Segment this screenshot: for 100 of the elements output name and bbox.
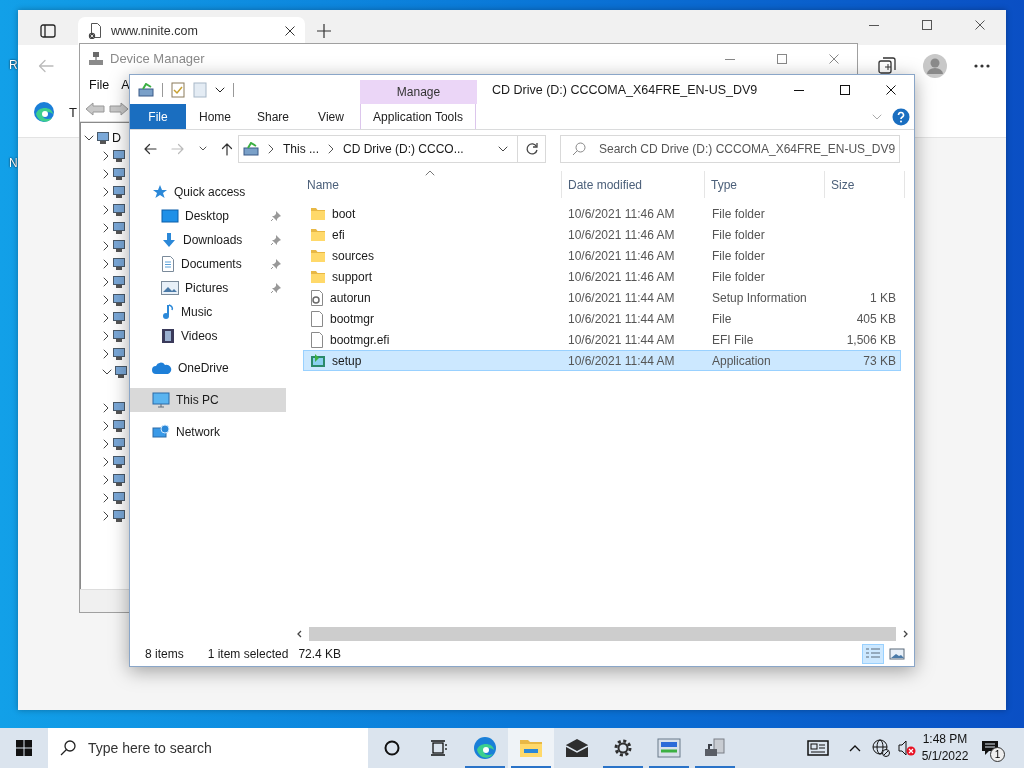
help-icon[interactable]: [892, 107, 910, 126]
nav-label: Music: [181, 305, 213, 319]
control-panel-icon[interactable]: [657, 738, 681, 758]
ribbon-tab[interactable]: Application Tools: [360, 104, 476, 129]
column-header[interactable]: Date modified: [568, 177, 643, 192]
nav-item[interactable]: Downloads: [130, 228, 286, 252]
more-icon[interactable]: [974, 64, 990, 68]
menu-item[interactable]: File: [89, 77, 110, 92]
device-icon: [113, 312, 125, 324]
device-icon: [113, 150, 125, 162]
folder-icon[interactable]: [519, 738, 543, 758]
settings-file-icon: [310, 289, 324, 306]
folder-icon: [310, 227, 326, 242]
folder-icon: [310, 206, 326, 221]
nav-item[interactable]: Music: [130, 300, 286, 324]
browser-tab[interactable]: www.ninite.com: [78, 17, 305, 45]
tab-actions-icon[interactable]: [40, 23, 56, 39]
film-icon: [161, 328, 175, 344]
search-field[interactable]: Search CD Drive (D:) CCCOMA_X64FRE_EN-US_DV9: [560, 135, 900, 163]
date-modified: 10/6/2021 11:46 AM: [568, 206, 675, 221]
muted-speaker-icon[interactable]: [898, 740, 916, 756]
breadcrumb[interactable]: CD Drive (D:) CCCO...: [343, 142, 464, 156]
edge-icon[interactable]: [473, 736, 497, 760]
column-header[interactable]: Type: [711, 177, 737, 192]
monitor-icon: [152, 392, 170, 408]
nav-item[interactable]: This PC: [130, 388, 286, 412]
scroll-right-icon[interactable]: [903, 630, 909, 638]
computer-device-icon[interactable]: [703, 737, 727, 759]
nav-label: Network: [176, 425, 220, 439]
nav-item[interactable]: Pictures: [130, 276, 286, 300]
nav-item[interactable]: Documents: [130, 252, 286, 276]
ribbon-tab[interactable]: Share: [244, 104, 302, 129]
file-name: setup: [332, 353, 362, 368]
notification-badge: 1: [990, 747, 1005, 762]
menu-item[interactable]: A: [121, 77, 130, 92]
maximize-icon[interactable]: [921, 20, 932, 30]
task-view-icon[interactable]: [429, 740, 448, 756]
star-icon: [152, 184, 168, 200]
clock[interactable]: 1:48 PM 5/1/2022: [920, 728, 970, 768]
file-row[interactable]: bootmgr 10/6/2021 11:44 AM File 405 KB: [303, 308, 901, 329]
file-row[interactable]: bootmgr.efi 10/6/2021 11:44 AM EFI File 1,506 KB: [303, 329, 901, 350]
back-arrow-icon[interactable]: [143, 143, 157, 155]
nav-item[interactable]: Videos: [130, 324, 286, 348]
folder-icon: [310, 248, 326, 263]
nav-item[interactable]: OneDrive: [130, 356, 286, 380]
scrollbar-thumb[interactable]: [309, 627, 896, 641]
profile-icon[interactable]: [922, 53, 948, 79]
refresh-icon[interactable]: [524, 142, 539, 156]
new-tab-icon[interactable]: [317, 24, 331, 38]
maximize-icon[interactable]: [840, 84, 850, 95]
tab-close-icon[interactable]: [285, 26, 295, 36]
device-icon: [113, 168, 125, 180]
file-name: efi: [332, 227, 345, 242]
breadcrumb[interactable]: This ...: [283, 142, 319, 156]
envelope-icon[interactable]: [565, 738, 589, 758]
nav-label: Videos: [181, 329, 218, 343]
nav-item[interactable]: Desktop: [130, 204, 286, 228]
taskbar-search-field[interactable]: Type here to search: [48, 728, 368, 768]
ribbon-tab[interactable]: View: [302, 104, 360, 129]
nav-item[interactable]: Quick access: [130, 180, 286, 204]
network-icon: [152, 424, 170, 440]
file-size: 405 KB: [856, 311, 896, 326]
close-icon[interactable]: [886, 84, 896, 95]
gear-icon[interactable]: [612, 737, 634, 759]
collections-icon[interactable]: [878, 57, 896, 75]
windows-start-icon[interactable]: [16, 740, 32, 756]
news-icon[interactable]: [807, 740, 829, 756]
date-modified: 10/6/2021 11:46 AM: [568, 248, 675, 263]
address-dropdown-icon[interactable]: [498, 145, 508, 153]
edge-icon[interactable]: [33, 101, 55, 123]
customize-dropdown-icon[interactable]: [215, 85, 225, 94]
column-header[interactable]: Name: [307, 177, 339, 192]
file-row[interactable]: efi 10/6/2021 11:46 AM File folder: [303, 224, 901, 245]
file-size: 1,506 KB: [846, 332, 896, 347]
file-row[interactable]: boot 10/6/2021 11:46 AM File folder: [303, 203, 901, 224]
ribbon-tab[interactable]: File: [130, 104, 186, 129]
nav-item[interactable]: Network: [130, 420, 286, 444]
recent-locations-icon[interactable]: [199, 146, 207, 152]
device-icon: [113, 222, 125, 234]
drive-icon: [138, 82, 154, 97]
date-modified: 10/6/2021 11:44 AM: [568, 311, 675, 326]
device-icon: [113, 420, 125, 432]
up-arrow-icon[interactable]: [221, 142, 233, 156]
nav-label: This PC: [176, 393, 219, 407]
scroll-left-icon[interactable]: [296, 630, 302, 638]
file-row[interactable]: support 10/6/2021 11:46 AM File folder: [303, 266, 901, 287]
file-row[interactable]: setup 10/6/2021 11:44 AM Application 73 KB: [303, 350, 901, 371]
file-name: bootmgr.efi: [330, 332, 390, 347]
show-hidden-icons-icon[interactable]: [849, 744, 861, 752]
address-bar[interactable]: This ... CD Drive (D:) CCCO...: [238, 135, 518, 163]
cortana-icon[interactable]: [383, 740, 400, 756]
column-header[interactable]: Size: [831, 177, 855, 192]
file-type: Application: [712, 353, 771, 368]
device-icon: [97, 132, 109, 144]
forward-icon[interactable]: [109, 101, 129, 116]
close-icon[interactable]: [974, 20, 985, 30]
file-row[interactable]: sources 10/6/2021 11:46 AM File folder: [303, 245, 901, 266]
ribbon-tab[interactable]: Home: [186, 104, 244, 129]
globe-icon[interactable]: [872, 739, 890, 757]
file-row[interactable]: autorun 10/6/2021 11:44 AM Setup Information 1 KB: [303, 287, 901, 308]
